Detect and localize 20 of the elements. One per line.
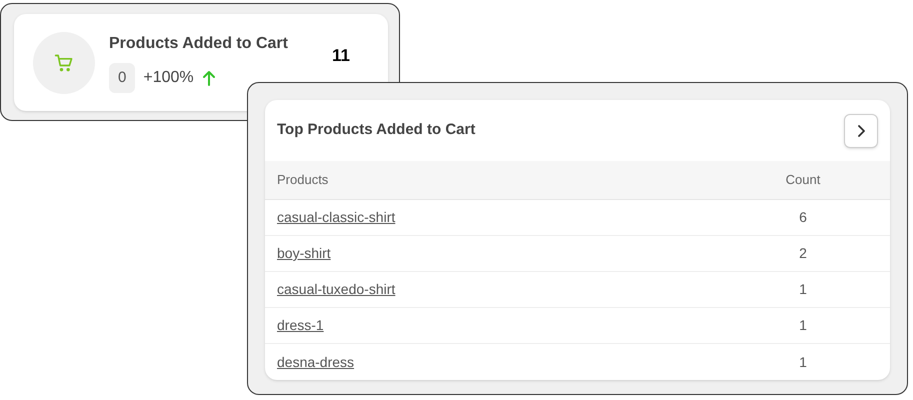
count-cell-text: 6 bbox=[798, 208, 808, 227]
card-title: Top Products Added to Cart bbox=[277, 120, 476, 140]
stat-title: Products Added to Cart bbox=[109, 34, 288, 54]
column-header: Count bbox=[784, 171, 822, 190]
cart-icon bbox=[54, 52, 74, 72]
previous-value: 0 bbox=[109, 62, 136, 94]
count-cell-text: 1 bbox=[798, 280, 808, 299]
next-button[interactable] bbox=[844, 114, 878, 148]
stat-value: 11 bbox=[332, 44, 350, 67]
count-cell-text: 1 bbox=[798, 352, 808, 372]
count-cell-text: 2 bbox=[798, 244, 808, 263]
product-link[interactable]: dress-1 bbox=[277, 317, 324, 333]
product-link[interactable]: desna-dress bbox=[277, 354, 354, 370]
product-link[interactable]: boy-shirt bbox=[277, 245, 331, 261]
product-link[interactable]: casual-classic-shirt bbox=[277, 209, 396, 225]
count-cell-text: 1 bbox=[798, 316, 808, 335]
column-header: Products bbox=[277, 171, 330, 190]
change-percent: +100% bbox=[143, 68, 194, 88]
product-link[interactable]: casual-tuxedo-shirt bbox=[277, 281, 396, 297]
chevron-right-icon bbox=[856, 124, 866, 136]
